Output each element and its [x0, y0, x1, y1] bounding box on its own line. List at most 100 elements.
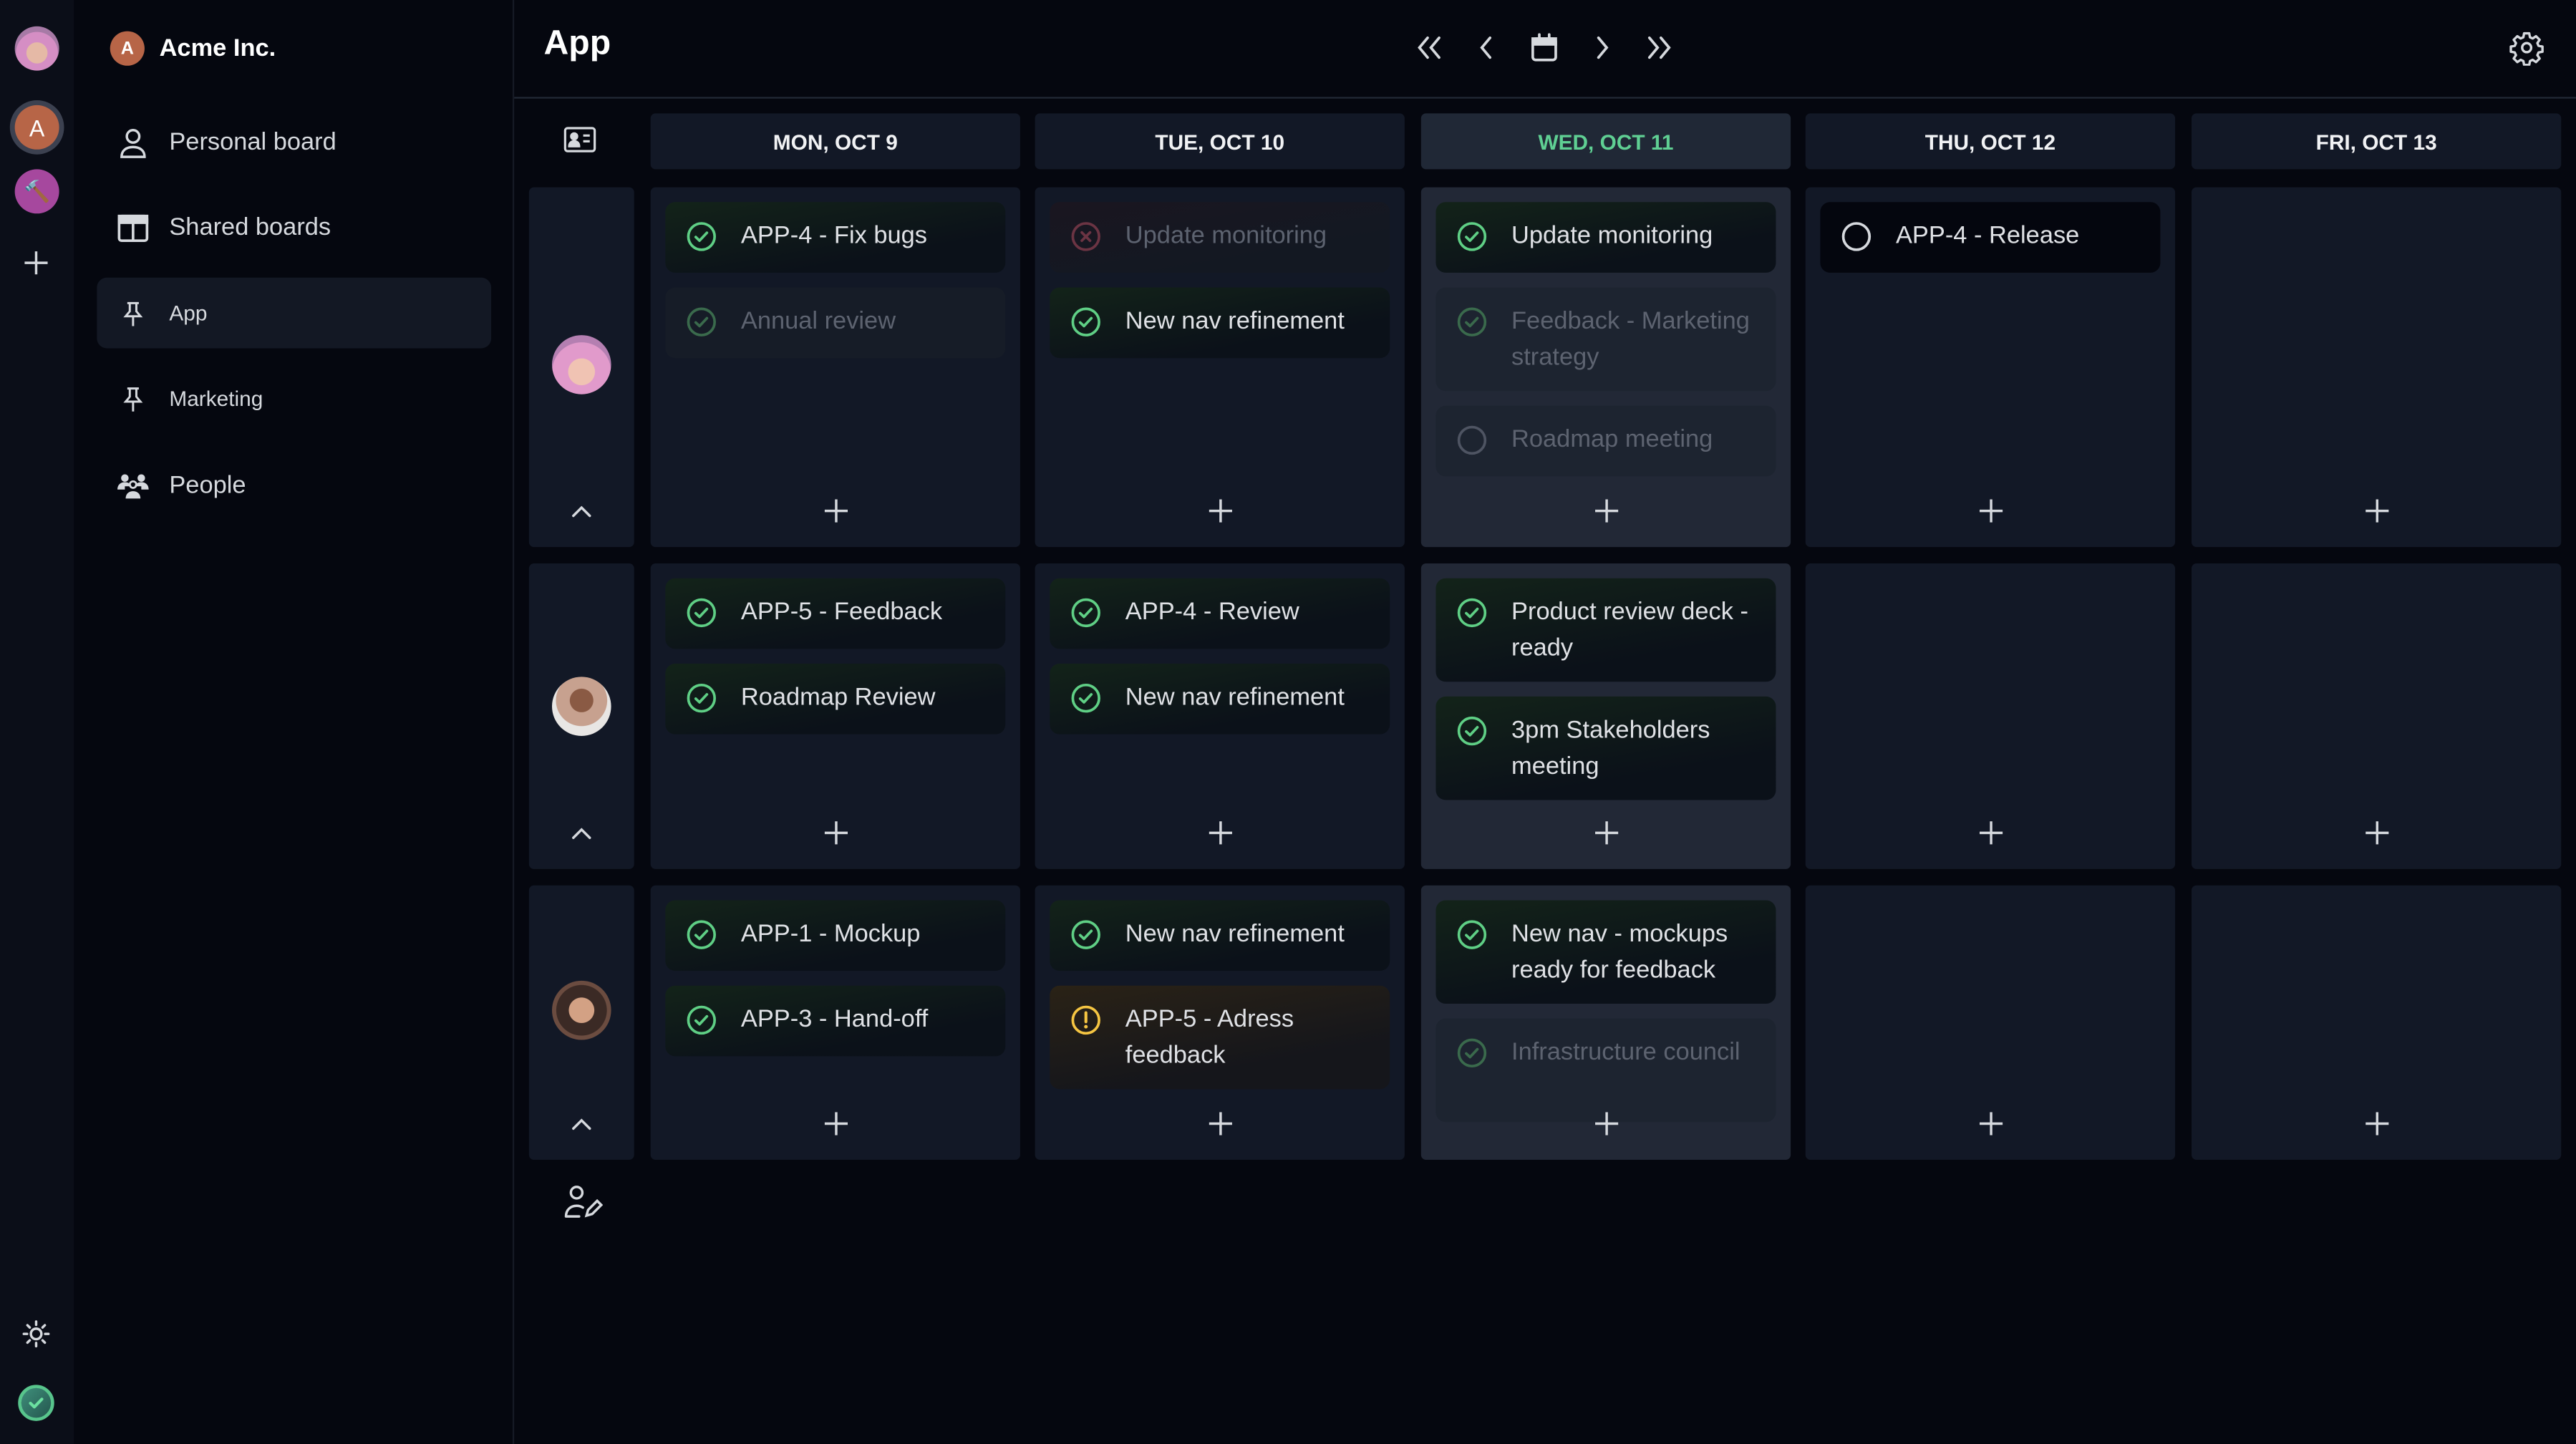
sidebar-item-shared-boards[interactable]: Shared boards: [97, 192, 491, 263]
check-circle-icon[interactable]: [1070, 596, 1103, 629]
check-circle-icon[interactable]: [1456, 714, 1488, 747]
previous-week-fast-button[interactable]: [1410, 28, 1449, 67]
task-card[interactable]: Roadmap meeting: [1435, 405, 1776, 477]
workspace-tools[interactable]: 🔨: [14, 169, 59, 214]
task-card[interactable]: APP-4 - Review: [1050, 578, 1390, 649]
today-button[interactable]: [1524, 28, 1564, 67]
add-task-button[interactable]: [1591, 496, 1620, 525]
add-task-button[interactable]: [2361, 496, 2391, 525]
task-card[interactable]: APP-4 - Fix bugs: [665, 202, 1006, 273]
chevron-up-icon: [572, 1118, 591, 1130]
settings-button[interactable]: [2509, 29, 2544, 67]
check-circle-icon[interactable]: [685, 306, 718, 339]
task-card[interactable]: APP-3 - Hand-off: [665, 985, 1006, 1057]
check-circle-icon[interactable]: [1070, 682, 1103, 714]
avatar[interactable]: [551, 334, 611, 394]
next-week-fast-button[interactable]: [1640, 28, 1679, 67]
check-circle-icon[interactable]: [1070, 306, 1103, 339]
alert-circle-icon[interactable]: [1070, 1004, 1103, 1037]
add-task-button[interactable]: [1591, 818, 1620, 848]
check-circle-icon[interactable]: [685, 682, 718, 714]
task-card[interactable]: APP-5 - Feedback: [665, 578, 1006, 649]
check-circle-icon[interactable]: [1456, 1037, 1488, 1070]
add-task-button[interactable]: [1591, 1109, 1620, 1138]
task-card[interactable]: 3pm Stakeholders meeting: [1435, 696, 1776, 800]
check-circle-icon[interactable]: [1456, 220, 1488, 253]
add-task-button[interactable]: [1975, 818, 2005, 848]
add-task-button[interactable]: [820, 496, 850, 525]
add-task-button[interactable]: [2361, 1109, 2391, 1138]
task-card[interactable]: Infrastructure council: [1435, 1018, 1776, 1123]
workspace-acme[interactable]: A: [14, 105, 59, 150]
manage-people-button[interactable]: [563, 1184, 604, 1220]
sidebar-item-app[interactable]: App: [97, 277, 492, 349]
task-card[interactable]: APP-4 - Release: [1820, 202, 2161, 273]
add-task-button[interactable]: [1205, 1109, 1234, 1138]
add-task-button[interactable]: [820, 818, 850, 848]
sidebar-item-label: App: [169, 300, 208, 326]
org-switcher[interactable]: A Acme Inc.: [110, 31, 276, 66]
day-header[interactable]: TUE, OCT 10: [1035, 113, 1405, 170]
next-day-button[interactable]: [1582, 28, 1622, 67]
collapse-row-button[interactable]: [565, 1110, 598, 1137]
task-card[interactable]: New nav - mockups ready for feedback: [1435, 900, 1776, 1004]
task-title: APP-3 - Hand-off: [740, 1005, 929, 1034]
check-circle-icon[interactable]: [1456, 306, 1488, 339]
day-header[interactable]: FRI, OCT 13: [2191, 113, 2562, 170]
day-header[interactable]: WED, OCT 11: [1420, 113, 1791, 170]
empty-circle-icon[interactable]: [1456, 424, 1488, 457]
check-circle-icon[interactable]: [1456, 596, 1488, 629]
previous-day-button[interactable]: [1467, 28, 1506, 67]
check-circle-icon[interactable]: [685, 1004, 718, 1037]
chevron-left-icon: [1480, 36, 1492, 59]
avatar[interactable]: [551, 677, 611, 736]
task-card[interactable]: New nav refinement: [1050, 900, 1390, 971]
check-circle-icon[interactable]: [1456, 919, 1488, 951]
task-card[interactable]: APP-1 - Mockup: [665, 900, 1006, 971]
collapse-row-button[interactable]: [565, 498, 598, 524]
check-circle-icon[interactable]: [685, 220, 718, 253]
task-card[interactable]: Roadmap Review: [665, 664, 1006, 735]
avatar[interactable]: [551, 979, 611, 1040]
board-cell: New nav refinement APP-5 - Adress feedbac…: [1035, 885, 1405, 1160]
add-task-button[interactable]: [1205, 496, 1234, 525]
sidebar-item-personal-board[interactable]: Personal board: [97, 107, 491, 178]
sidebar-item-people[interactable]: People: [97, 450, 491, 521]
pin-icon: [117, 382, 150, 415]
user-avatar[interactable]: [14, 26, 59, 71]
add-task-button[interactable]: [1975, 496, 2005, 525]
task-title: Update monitoring: [1125, 221, 1327, 250]
x-circle-icon[interactable]: [1070, 220, 1103, 253]
contact-card-icon: [563, 127, 596, 152]
check-circle-icon[interactable]: [1070, 919, 1103, 951]
toggle-people-view-button[interactable]: [563, 127, 596, 156]
empty-circle-icon[interactable]: [1840, 220, 1873, 253]
add-task-button[interactable]: [820, 1109, 850, 1138]
plus-icon: [1594, 499, 1618, 523]
check-circle-icon[interactable]: [685, 596, 718, 629]
check-circle-icon[interactable]: [685, 919, 718, 951]
sync-status-badge[interactable]: [18, 1385, 54, 1421]
task-card[interactable]: New nav refinement: [1050, 287, 1390, 359]
board-cell: Update monitoring New nav refinement: [1035, 187, 1405, 548]
task-card[interactable]: New nav refinement: [1050, 664, 1390, 735]
theme-toggle-button[interactable]: [21, 1319, 51, 1349]
collapse-row-button[interactable]: [565, 820, 598, 846]
day-header[interactable]: MON, OCT 9: [650, 113, 1020, 170]
calendar-icon: [1531, 33, 1557, 62]
sidebar-item-label: Shared boards: [169, 213, 331, 242]
people-icon: [117, 469, 150, 502]
add-workspace-button[interactable]: [20, 246, 53, 279]
task-card[interactable]: Update monitoring: [1435, 202, 1776, 273]
add-task-button[interactable]: [2361, 818, 2391, 848]
sidebar-item-marketing[interactable]: Marketing: [97, 363, 491, 434]
add-task-button[interactable]: [1975, 1109, 2005, 1138]
task-title: APP-4 - Review: [1125, 598, 1299, 626]
task-card[interactable]: Annual review: [665, 287, 1006, 359]
task-card[interactable]: Feedback - Marketing strategy: [1435, 287, 1776, 392]
task-card[interactable]: Update monitoring: [1050, 202, 1390, 273]
task-card[interactable]: APP-5 - Adress feedback: [1050, 985, 1390, 1090]
add-task-button[interactable]: [1205, 818, 1234, 848]
day-header[interactable]: THU, OCT 12: [1805, 113, 2176, 170]
task-card[interactable]: Product review deck - ready: [1435, 578, 1776, 682]
